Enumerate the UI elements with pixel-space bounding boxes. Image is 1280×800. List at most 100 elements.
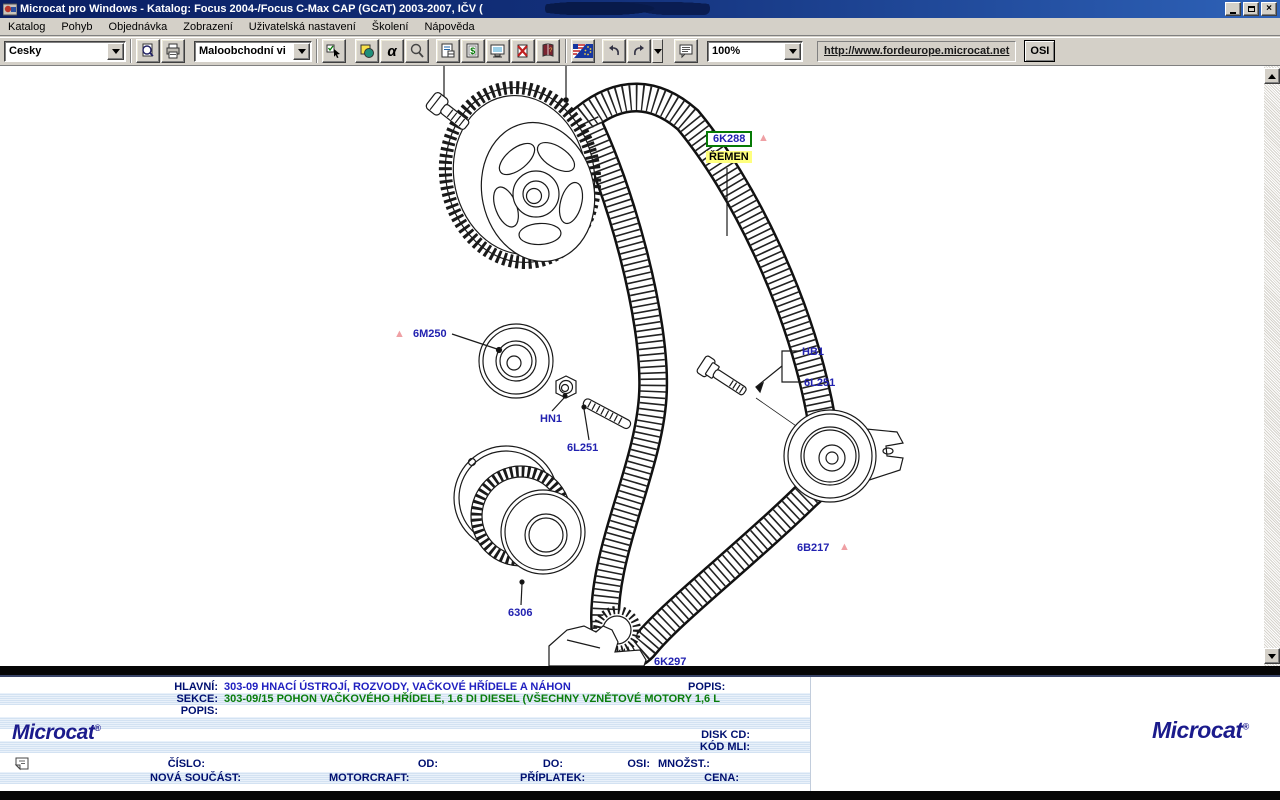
disk-cd-label: DISK CD: bbox=[650, 729, 750, 741]
menu-katalog[interactable]: Katalog bbox=[0, 19, 53, 35]
graphics-index-button[interactable] bbox=[355, 39, 379, 63]
note-page-icon[interactable] bbox=[13, 756, 31, 772]
popis-right-label: POPIS: bbox=[688, 681, 725, 693]
undo-button[interactable] bbox=[602, 39, 626, 63]
part-label-6B217[interactable]: 6B217 bbox=[797, 542, 829, 554]
menu-zobrazeni[interactable]: Zobrazení bbox=[175, 19, 241, 35]
osi-button[interactable]: OSI bbox=[1024, 40, 1055, 62]
osi-label: OSI: bbox=[610, 758, 650, 770]
diagram-area[interactable]: 6K288 ▲ ŘEMEN ▲ 6M250 HB1 6L251 HN1 6L25… bbox=[0, 66, 1264, 666]
popis-left-label: POPIS: bbox=[130, 705, 218, 717]
print-button[interactable] bbox=[161, 39, 185, 63]
part-label-6L251-stud[interactable]: 6L251 bbox=[567, 442, 598, 454]
marker-triangle-icon: ▲ bbox=[839, 541, 850, 553]
logo-registered-mark: ® bbox=[94, 723, 100, 733]
vertical-scrollbar[interactable] bbox=[1264, 66, 1280, 666]
chevron-down-icon[interactable] bbox=[293, 43, 310, 60]
close-icon: × bbox=[1266, 4, 1272, 14]
page-list-icon bbox=[440, 43, 456, 59]
view-mode-select[interactable]: Maloobchodní vi bbox=[194, 41, 312, 62]
scroll-up-button[interactable] bbox=[1264, 68, 1280, 84]
menu-skoleni[interactable]: Školení bbox=[364, 19, 417, 35]
graphics-view-button[interactable] bbox=[486, 39, 510, 63]
part-info-button[interactable] bbox=[436, 39, 460, 63]
restore-icon bbox=[1248, 6, 1255, 12]
chevron-down-icon bbox=[654, 49, 662, 58]
cislo-label: ČÍSLO: bbox=[120, 758, 205, 770]
separator-band-top bbox=[0, 666, 1280, 677]
select-parts-button[interactable] bbox=[322, 39, 346, 63]
toolbar-separator bbox=[130, 39, 132, 63]
alpha-index-button[interactable]: α bbox=[380, 39, 404, 63]
arrow-down-icon bbox=[1268, 654, 1276, 663]
microcat-url-link[interactable]: http://www.fordeurope.microcat.net bbox=[817, 41, 1016, 62]
part-label-remen[interactable]: ŘEMEN bbox=[706, 151, 752, 163]
alpha-icon: α bbox=[387, 43, 396, 60]
motorcraft-label: MOTORCRAFT: bbox=[329, 772, 409, 784]
part-label-HN1[interactable]: HN1 bbox=[540, 413, 562, 425]
minimize-icon bbox=[1230, 12, 1236, 14]
cena-label: CENA: bbox=[690, 772, 739, 784]
priplatek-label: PŘÍPLATEK: bbox=[520, 772, 585, 784]
zoom-select[interactable]: 100% bbox=[707, 41, 803, 62]
sekce-value: 303-09/15 POHON VAČKOVÉHO HŘÍDELE, 1.6 D… bbox=[224, 693, 720, 705]
menu-pohyb[interactable]: Pohyb bbox=[53, 19, 100, 35]
part-label-6K288[interactable]: 6K288 bbox=[706, 131, 752, 147]
part-label-6L251-top[interactable]: 6L251 bbox=[804, 377, 835, 389]
restore-button[interactable] bbox=[1243, 2, 1259, 16]
menu-uzivatelska-nastaveni[interactable]: Uživatelská nastavení bbox=[241, 19, 364, 35]
part-label-HB1[interactable]: HB1 bbox=[802, 346, 824, 358]
app-window: Microcat pro Windows - Katalog: Focus 20… bbox=[0, 0, 1280, 800]
toolbar-separator bbox=[565, 39, 567, 63]
redo-button[interactable] bbox=[627, 39, 651, 63]
separator-band-bottom bbox=[0, 791, 1280, 800]
part-label-6K297[interactable]: 6K297 bbox=[654, 656, 686, 666]
url-text: http://www.fordeurope.microcat.net bbox=[824, 45, 1009, 57]
market-flags-button[interactable] bbox=[571, 39, 595, 63]
undo-icon bbox=[606, 43, 622, 59]
hlavni-row: HLAVNÍ: 303-09 HNACÍ ÚSTROJÍ, ROZVODY, V… bbox=[0, 681, 810, 693]
language-value: Cesky bbox=[5, 45, 106, 57]
shapes-icon bbox=[359, 43, 375, 59]
notes-button[interactable] bbox=[674, 39, 698, 63]
handbook-button[interactable]: ? bbox=[536, 39, 560, 63]
menu-objednavka[interactable]: Objednávka bbox=[101, 19, 176, 35]
print-preview-icon bbox=[140, 43, 156, 59]
logo-text: Microcat bbox=[12, 721, 94, 744]
chevron-down-icon[interactable] bbox=[107, 43, 124, 60]
panel-divider bbox=[810, 677, 811, 791]
language-select[interactable]: Cesky bbox=[4, 41, 126, 62]
close-button[interactable]: × bbox=[1261, 2, 1277, 16]
sekce-label: SEKCE: bbox=[130, 693, 218, 705]
toolbar-separator bbox=[316, 39, 318, 63]
view-mode-value: Maloobchodní vi bbox=[195, 45, 292, 57]
part-label-6306[interactable]: 6306 bbox=[508, 607, 532, 619]
title-bar: Microcat pro Windows - Katalog: Focus 20… bbox=[0, 0, 1280, 18]
printer-icon bbox=[165, 43, 181, 59]
redo-dropdown[interactable] bbox=[652, 39, 663, 63]
speech-note-icon bbox=[678, 43, 694, 59]
disk-row: DISK CD: bbox=[0, 729, 810, 741]
menu-napoveda[interactable]: Nápověda bbox=[416, 19, 482, 35]
kod-mli-label: KÓD MLI: bbox=[650, 741, 750, 753]
logo-text: Microcat bbox=[1152, 717, 1243, 743]
chevron-down-icon[interactable] bbox=[784, 43, 801, 60]
cursor-checkbox-icon bbox=[326, 43, 342, 59]
minimize-button[interactable] bbox=[1225, 2, 1241, 16]
scroll-down-button[interactable] bbox=[1264, 648, 1280, 664]
dollar-page-icon: $ bbox=[465, 43, 481, 59]
svg-text:$: $ bbox=[470, 46, 475, 56]
part-label-6M250[interactable]: 6M250 bbox=[413, 328, 447, 340]
us-eu-flag-icon bbox=[573, 43, 593, 59]
print-preview-button[interactable] bbox=[136, 39, 160, 63]
microcat-logo-right: Microcat® bbox=[1152, 717, 1249, 744]
prices-button[interactable]: $ bbox=[461, 39, 485, 63]
marker-triangle-icon: ▲ bbox=[394, 328, 405, 340]
microcat-logo-left: Microcat® bbox=[12, 721, 101, 745]
timing-belt-diagram[interactable] bbox=[0, 66, 1264, 666]
mnozst-label: MNOŽST.: bbox=[658, 758, 710, 770]
clear-button[interactable] bbox=[511, 39, 535, 63]
zoom-tool-button[interactable] bbox=[405, 39, 429, 63]
magnifier-icon bbox=[409, 43, 425, 59]
hlavni-label: HLAVNÍ: bbox=[130, 681, 218, 693]
